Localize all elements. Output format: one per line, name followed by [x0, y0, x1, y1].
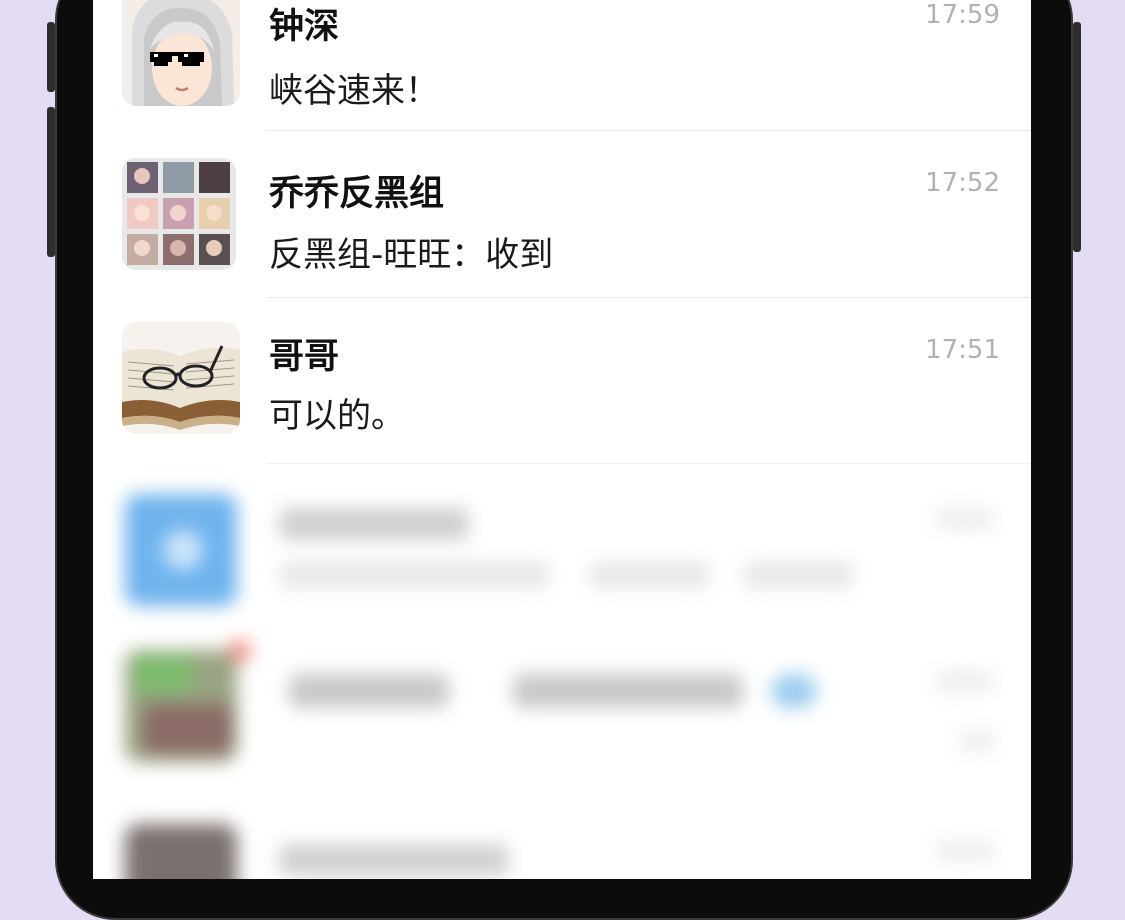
blurred-name: [289, 674, 449, 708]
side-button: [47, 22, 55, 92]
blurred-avatar-center: [163, 530, 203, 570]
group-photo-grid-avatar: [122, 158, 236, 270]
blurred-badge: [229, 640, 251, 662]
anime-girl-sunglasses-avatar: [122, 0, 240, 106]
blurred-avatar-detail: [143, 704, 233, 754]
chat-time: 17:52: [925, 168, 1000, 198]
blurred-avatar-detail: [133, 654, 193, 694]
chat-list-screen: 钟深 峡谷速来！ 17:59 乔乔反黑组 反黑组-旺旺：收到 17:52 哥哥 …: [93, 0, 1031, 879]
chat-time: 17:51: [925, 335, 1000, 365]
power-button: [1073, 22, 1081, 252]
chat-time: 17:59: [925, 0, 1000, 30]
blurred-time: [959, 730, 995, 752]
chat-row-zhongshen[interactable]: 钟深 峡谷速来！ 17:59: [93, 0, 1031, 130]
blurred-time: [935, 840, 995, 862]
blurred-preview: [589, 562, 709, 588]
blurred-chat-rows: [93, 464, 1031, 879]
volume-button: [47, 107, 55, 257]
blurred-name: [279, 844, 509, 876]
blurred-name: [513, 674, 743, 708]
chat-row-group[interactable]: 乔乔反黑组 反黑组-旺旺：收到 17:52: [93, 131, 1031, 297]
blurred-preview: [743, 562, 853, 588]
chat-preview: 峡谷速来！: [269, 71, 439, 111]
chat-preview: 可以的。: [269, 396, 405, 436]
chat-row-gege[interactable]: 哥哥 可以的。 17:51: [93, 298, 1031, 464]
blurred-name: [279, 508, 469, 540]
chat-name: 钟深: [269, 7, 340, 47]
blurred-time: [935, 670, 995, 692]
book-and-glasses-avatar: [122, 322, 240, 434]
chat-name: 乔乔反黑组: [269, 174, 445, 214]
blurred-time: [935, 508, 995, 530]
blurred-icon: [771, 674, 817, 708]
chat-name: 哥哥: [269, 337, 340, 377]
blurred-preview: [279, 562, 549, 588]
chat-preview: 反黑组-旺旺：收到: [269, 235, 554, 275]
blurred-avatar: [125, 824, 237, 879]
